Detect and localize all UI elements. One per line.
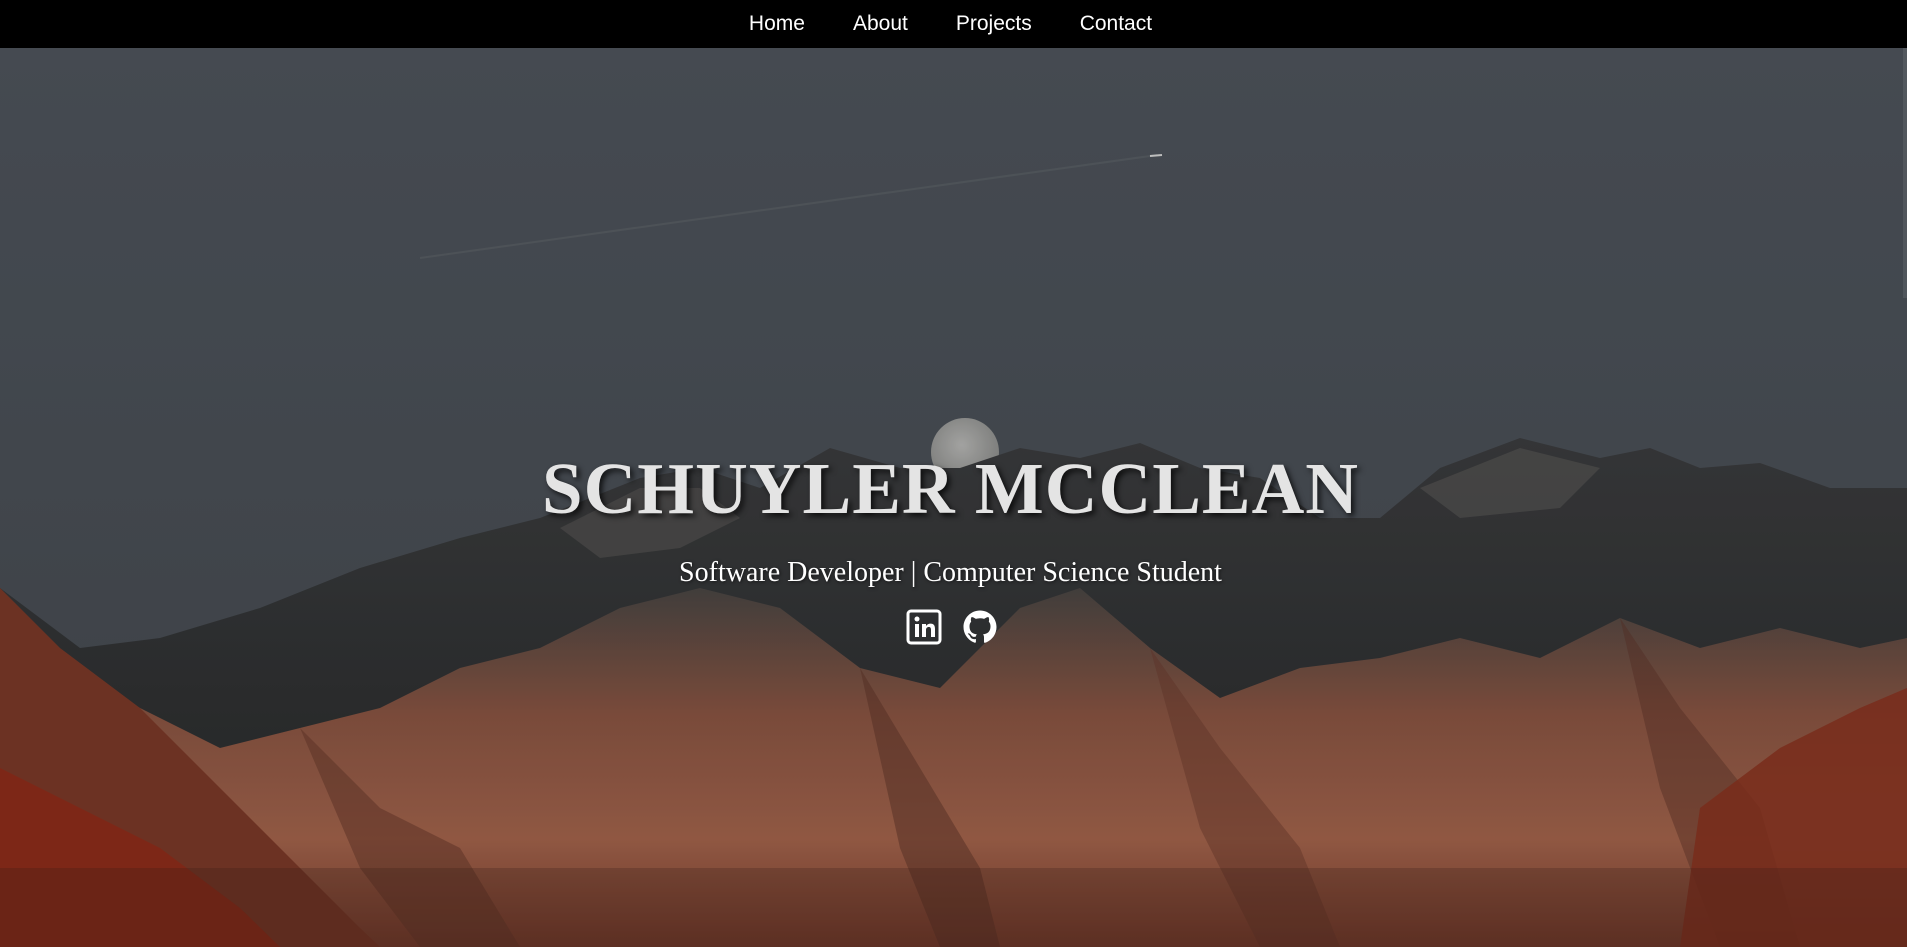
nav-menu: Home About Projects Contact xyxy=(725,0,1176,48)
hero-content: SCHUYLER MCCLEAN Software Developer | Co… xyxy=(0,400,1907,645)
linkedin-icon xyxy=(906,609,941,645)
nav-link-contact[interactable]: Contact xyxy=(1056,12,1176,35)
nav-link-about[interactable]: About xyxy=(829,12,932,35)
hero-name-title: SCHUYLER MCCLEAN xyxy=(541,448,1360,529)
nav-item-contact: Contact xyxy=(1056,0,1176,48)
nav-link-home[interactable]: Home xyxy=(725,12,829,35)
nav-link-projects[interactable]: Projects xyxy=(932,12,1056,35)
top-navbar: Home About Projects Contact xyxy=(0,0,1907,48)
nav-item-projects: Projects xyxy=(932,0,1056,48)
portfolio-page: Home About Projects Contact SCHUYLER MCC… xyxy=(0,0,1907,947)
page-scrollbar[interactable] xyxy=(1903,48,1907,298)
hero-section: SCHUYLER MCCLEAN Software Developer | Co… xyxy=(0,48,1907,947)
nav-item-about: About xyxy=(829,0,932,48)
social-links xyxy=(0,609,1905,645)
hero-subtitle: Software Developer | Computer Science St… xyxy=(679,557,1222,588)
github-icon xyxy=(963,610,996,643)
linkedin-link[interactable] xyxy=(906,609,942,645)
nav-item-home: Home xyxy=(725,0,829,48)
github-link[interactable] xyxy=(962,609,998,645)
